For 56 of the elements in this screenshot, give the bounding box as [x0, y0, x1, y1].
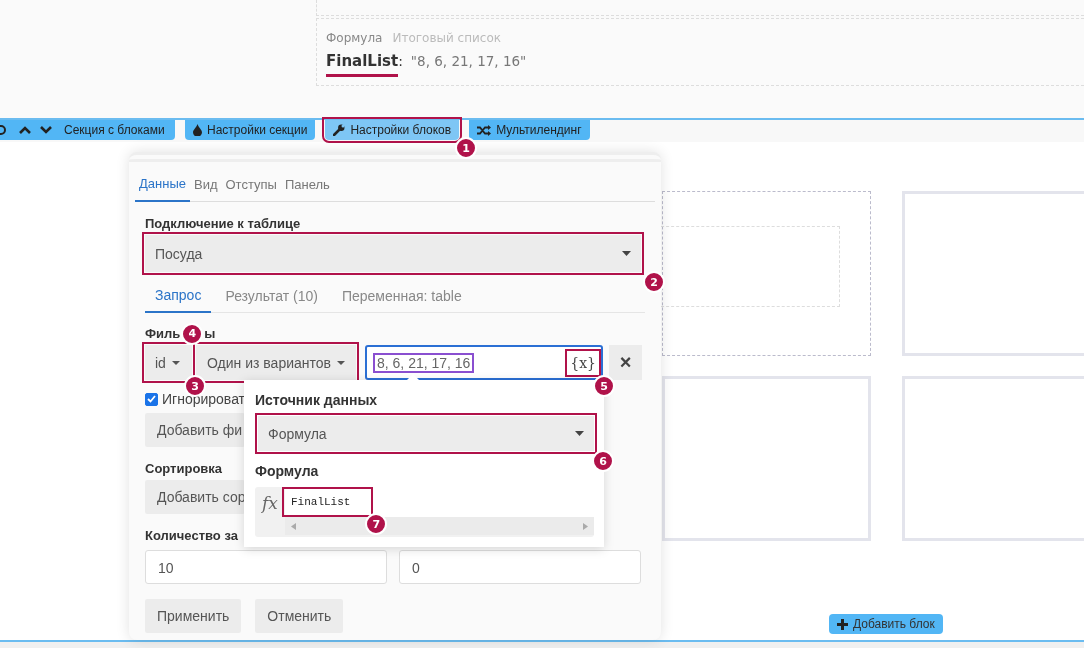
number-field[interactable]: 10 — [145, 550, 387, 584]
formula-title: Итоговый список — [392, 31, 501, 45]
formula-source-label: Формула — [326, 31, 383, 45]
field-dropdown[interactable]: id — [145, 345, 192, 380]
tab[interactable]: Панель — [280, 170, 334, 201]
field-label: Источник данных — [255, 392, 379, 408]
source-select[interactable]: Формула — [258, 416, 594, 451]
field-label: Филь — [145, 326, 181, 341]
operator-dropdown[interactable]: Один из вариантов — [196, 345, 356, 380]
tab[interactable]: Результат (10) — [215, 280, 328, 312]
value-text: 8, 6, 21, 17, 16 — [373, 352, 475, 373]
callout-badge: 4 — [181, 322, 204, 345]
value-field[interactable]: 8, 6, 21, 17, 16 {x} — [365, 345, 603, 380]
field-label: Подключение к таблице — [145, 216, 301, 231]
variable-button[interactable]: {x} — [568, 351, 598, 374]
tab[interactable]: Отступы — [221, 170, 281, 201]
field-label: Количество за — [145, 528, 238, 543]
toolbar-button[interactable]: Настройки секции — [185, 120, 316, 140]
action-button[interactable]: Применить — [145, 599, 242, 633]
shuffle-icon — [477, 124, 492, 136]
chevron-down-icon[interactable] — [40, 125, 52, 135]
variable-name: FinalList — [326, 52, 399, 77]
caret-icon — [337, 360, 345, 365]
callout-badge: 3 — [184, 375, 206, 397]
tab[interactable]: Запрос — [145, 280, 212, 313]
drop-icon — [193, 124, 202, 136]
tab[interactable]: Данные — [135, 170, 190, 202]
tab[interactable]: Переменная: table — [331, 280, 472, 312]
caret-icon — [171, 360, 180, 365]
toolbar-button[interactable]: Мультилендинг — [469, 120, 590, 140]
add-block-button[interactable]: Добавить блок — [829, 614, 943, 634]
callout-badge: 7 — [365, 513, 388, 535]
formula-code: FinalList — [285, 490, 371, 514]
field-label: ы — [204, 326, 216, 341]
section-label: Секция с блоками — [64, 123, 165, 137]
toolbar-button[interactable]: Настройки блоков — [325, 120, 460, 140]
caret-icon — [575, 431, 584, 436]
add-filter-button[interactable]: Добавить фи — [145, 413, 245, 447]
field-label: Сортировка — [145, 461, 223, 476]
table-select[interactable]: Посуда — [145, 235, 641, 272]
plus-icon — [837, 618, 848, 630]
formula-editor[interactable]: fx FinalList 7 — [255, 487, 594, 537]
callout-badge: 2 — [643, 271, 665, 293]
tab[interactable]: Вид — [189, 170, 222, 201]
function-label: fx — [260, 492, 279, 515]
separator: : — [398, 53, 403, 69]
number-field[interactable]: 0 — [399, 550, 641, 584]
chevron-up-icon[interactable] — [19, 125, 31, 135]
remove-button[interactable]: × — [609, 345, 642, 380]
callout-badge: 6 — [592, 450, 614, 472]
checkbox[interactable] — [145, 392, 158, 406]
wrench-icon — [333, 124, 346, 136]
caret-icon — [622, 251, 631, 256]
field-label: Формула — [255, 463, 320, 479]
action-button[interactable]: Отменить — [255, 599, 344, 633]
variable-value: "8, 6, 21, 17, 16" — [410, 53, 527, 69]
